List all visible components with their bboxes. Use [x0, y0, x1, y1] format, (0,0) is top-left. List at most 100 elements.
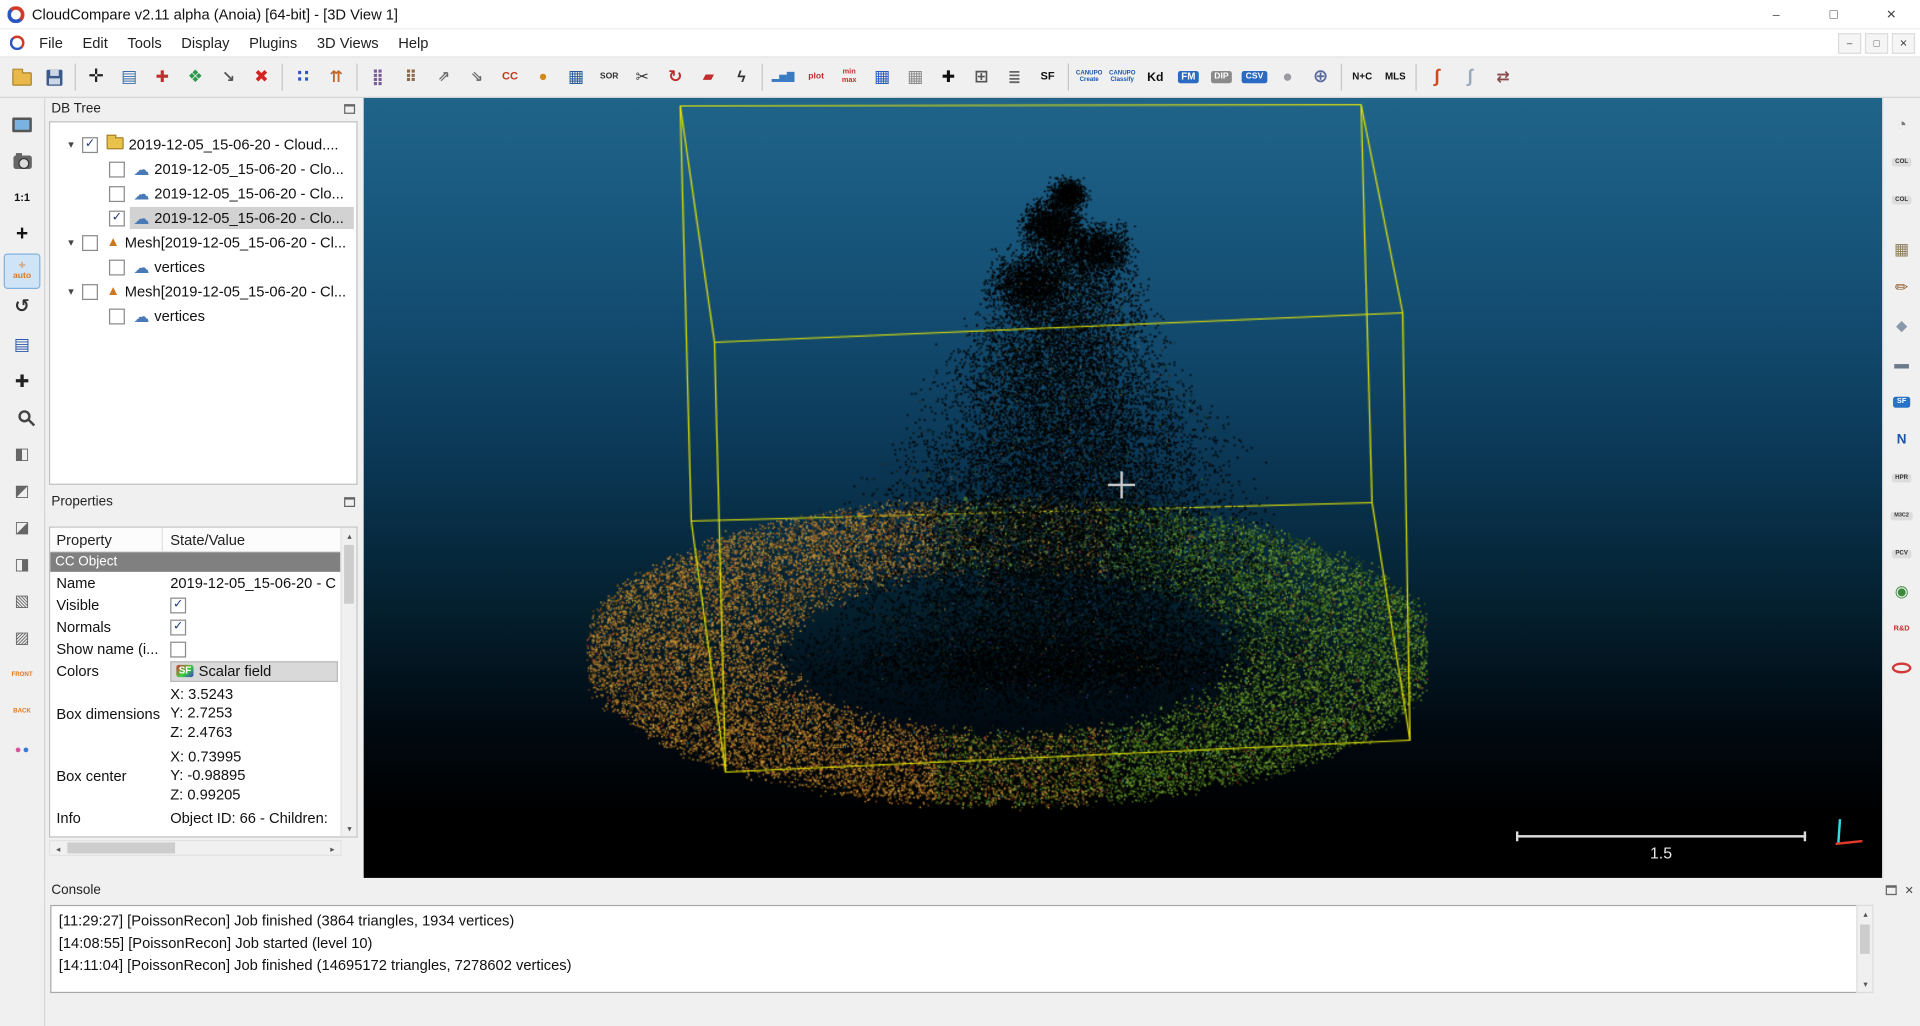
- view-back-button[interactable]: ◨: [5, 549, 39, 582]
- view-bottom-button[interactable]: ▨: [5, 622, 39, 655]
- facet-map-button[interactable]: FM: [1172, 61, 1205, 94]
- scroll-left-icon[interactable]: [50, 841, 66, 857]
- pcv-button[interactable]: PCV: [1884, 538, 1918, 571]
- min-max-button[interactable]: min max: [833, 61, 866, 94]
- scroll-up-icon[interactable]: [342, 528, 358, 544]
- maximize-button[interactable]: [1805, 0, 1863, 29]
- properties-horizontal-scrollbar[interactable]: [49, 840, 342, 856]
- open-button[interactable]: [5, 61, 38, 94]
- visibility-checkbox[interactable]: [109, 308, 125, 324]
- ellipse-fit-button[interactable]: [1884, 651, 1918, 684]
- expand-arrow-icon[interactable]: [65, 138, 77, 151]
- front-view-label-button[interactable]: FRONT: [5, 659, 39, 692]
- visibility-checkbox[interactable]: [109, 186, 125, 202]
- csv-export-button[interactable]: CSV: [1238, 61, 1271, 94]
- rasterize-button[interactable]: ▦: [866, 61, 899, 94]
- sf-arithmetic-button[interactable]: SF: [1031, 61, 1064, 94]
- tree-item[interactable]: ☁vertices: [50, 255, 356, 279]
- properties-vertical-scrollbar[interactable]: [340, 528, 356, 837]
- smooth-button[interactable]: ⇘: [460, 61, 493, 94]
- kd-tree-button[interactable]: Kd: [1139, 61, 1172, 94]
- visibility-checkbox[interactable]: [109, 259, 125, 275]
- noise-filter-button[interactable]: ⇗: [427, 61, 460, 94]
- scroll-up-icon[interactable]: [1858, 906, 1874, 922]
- visibility-checkbox[interactable]: ✓: [82, 137, 98, 153]
- show-histogram-button[interactable]: ▂▅▇: [767, 61, 800, 94]
- scrollbar-thumb[interactable]: [1860, 924, 1870, 953]
- float-panel-icon[interactable]: [344, 497, 355, 507]
- scroll-down-icon[interactable]: [1858, 976, 1874, 992]
- pick-rotation-center-button[interactable]: ↺: [5, 291, 39, 324]
- scroll-right-icon[interactable]: [324, 841, 340, 857]
- view-right-button[interactable]: ▧: [5, 585, 39, 618]
- segment-scissors-button[interactable]: ✂: [626, 61, 659, 94]
- property-checkbox[interactable]: ✓: [170, 597, 186, 613]
- property-checkbox[interactable]: [170, 641, 186, 657]
- spline-tools-button[interactable]: ∫: [1453, 61, 1486, 94]
- menu-3d-views[interactable]: 3D Views: [307, 29, 388, 57]
- clean-brush-button[interactable]: ✏: [1884, 272, 1918, 305]
- menu-help[interactable]: Help: [388, 29, 438, 57]
- tree-item[interactable]: ☁2019-12-05_15-06-20 - Clo...: [50, 181, 356, 205]
- sphere-button[interactable]: ●: [1271, 61, 1304, 94]
- compass-button[interactable]: ▦: [1884, 234, 1918, 267]
- animation-button[interactable]: ◔: [1884, 108, 1918, 141]
- stereo-glasses-button[interactable]: [5, 732, 39, 765]
- console-toggle-button[interactable]: ▤: [5, 328, 39, 361]
- scrollbar-thumb[interactable]: [67, 842, 175, 853]
- ransac-detect-button[interactable]: R&D: [1884, 613, 1918, 646]
- canupo-create-button[interactable]: CANUPO Create: [1073, 61, 1106, 94]
- scrollbar-thumb[interactable]: [344, 545, 354, 604]
- density-button[interactable]: ●: [527, 61, 560, 94]
- mdi-close-button[interactable]: [1892, 33, 1915, 54]
- visibility-checkbox[interactable]: [109, 161, 125, 177]
- hough-normals-button[interactable]: ▬: [1884, 348, 1918, 381]
- tree-item[interactable]: ✓2019-12-05_15-06-20 - Cloud....: [50, 132, 356, 156]
- m3c2-button[interactable]: M3C2: [1884, 500, 1918, 533]
- zoom-1-1-button[interactable]: 1:1: [5, 181, 39, 214]
- pan-button[interactable]: ✚: [5, 365, 39, 398]
- auto-pick-center-button[interactable]: ✛ auto: [5, 255, 39, 288]
- interpolate-sf-button[interactable]: ⊞: [965, 61, 998, 94]
- close-button[interactable]: [1862, 0, 1920, 29]
- normals-curvature-button[interactable]: N+C: [1346, 61, 1379, 94]
- float-panel-icon[interactable]: [344, 104, 355, 114]
- facets-extract-button[interactable]: ◆: [1884, 310, 1918, 343]
- delete-button[interactable]: ✖: [245, 61, 278, 94]
- grid-button[interactable]: ▦: [899, 61, 932, 94]
- sf-table-button[interactable]: ≣: [998, 61, 1031, 94]
- view-front-button[interactable]: ◩: [5, 475, 39, 508]
- mdi-minimize-button[interactable]: [1838, 33, 1861, 54]
- display-settings-button[interactable]: [5, 108, 39, 141]
- poisson-reconstruction-button[interactable]: ◉: [1884, 576, 1918, 609]
- 3d-viewport[interactable]: 1.5: [364, 98, 1882, 878]
- mdi-restore-button[interactable]: [1865, 33, 1888, 54]
- globe-button[interactable]: ⊕: [1304, 61, 1337, 94]
- visibility-checkbox[interactable]: [82, 234, 98, 250]
- cloud-cloud-distance-button[interactable]: CC: [493, 61, 526, 94]
- merge-button[interactable]: ✚: [146, 61, 179, 94]
- save-button[interactable]: [38, 61, 71, 94]
- tree-item[interactable]: ✓☁2019-12-05_15-06-20 - Clo...: [50, 206, 356, 230]
- console-scrollbar[interactable]: [1856, 905, 1873, 993]
- menu-tools[interactable]: Tools: [118, 29, 172, 57]
- tree-item[interactable]: ☁2019-12-05_15-06-20 - Clo...: [50, 157, 356, 181]
- normal-dip-button[interactable]: N: [1884, 424, 1918, 457]
- property-checkbox[interactable]: ✓: [170, 619, 186, 635]
- scroll-down-icon[interactable]: [342, 820, 358, 836]
- colors-dropdown[interactable]: SFScalar field: [170, 661, 338, 682]
- compute-normals-button[interactable]: ↘: [212, 61, 245, 94]
- align-button[interactable]: ⇈: [320, 61, 353, 94]
- hpr-button[interactable]: HPR: [1884, 462, 1918, 495]
- subsample-button[interactable]: ⣿: [361, 61, 394, 94]
- apply-transformation-button[interactable]: ✛: [80, 61, 113, 94]
- view-top-button[interactable]: ◧: [5, 438, 39, 471]
- chessboard-button[interactable]: ▦: [560, 61, 593, 94]
- screenshot-camera-button[interactable]: [5, 144, 39, 177]
- spline-fit-button[interactable]: ∫: [1420, 61, 1453, 94]
- view-left-button[interactable]: ◪: [5, 512, 39, 545]
- minimize-button[interactable]: [1747, 0, 1805, 29]
- export-coords-button[interactable]: ⇄: [1487, 61, 1520, 94]
- zoom-magnifier-button[interactable]: [5, 402, 39, 435]
- curvature-plot-button[interactable]: plot: [800, 61, 833, 94]
